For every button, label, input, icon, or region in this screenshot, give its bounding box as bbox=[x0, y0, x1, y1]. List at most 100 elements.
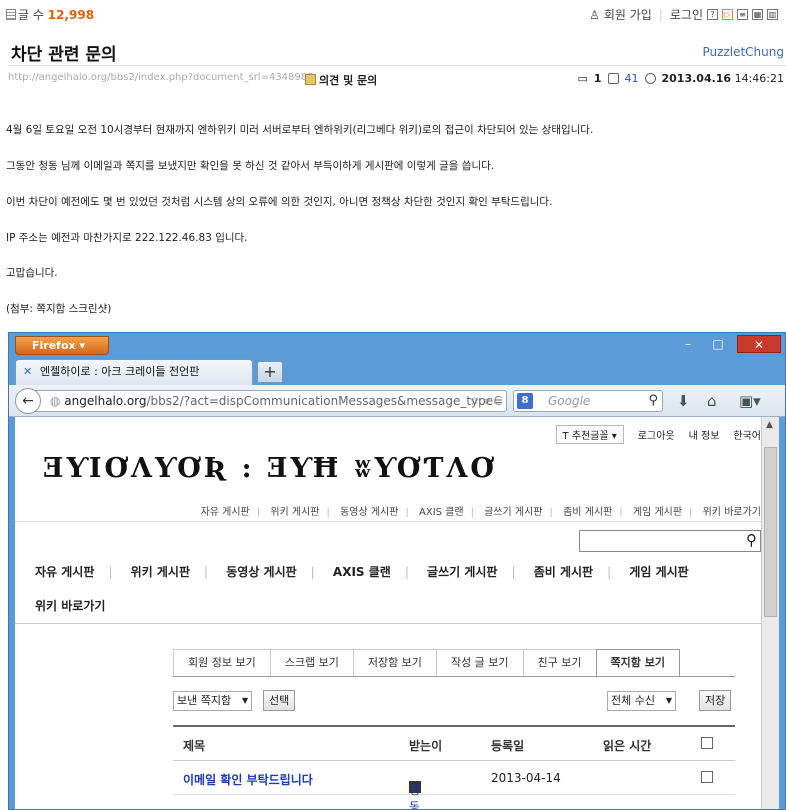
post-paragraph: 고맙습니다. bbox=[6, 267, 58, 279]
back-button[interactable]: ← bbox=[15, 388, 41, 414]
post-author[interactable]: PuzzletChung bbox=[703, 45, 784, 59]
chevron-down-icon: ▼ bbox=[241, 696, 249, 705]
table-row[interactable]: 이메일 확인 부탁드립니다 청동 2013-04-14 bbox=[173, 761, 735, 809]
tab-written-posts[interactable]: 작성 글 보기 bbox=[435, 649, 523, 677]
browser-tab[interactable]: ✕ 엔젤하이로 : 아크 크레이들 전언판 bbox=[15, 359, 253, 385]
clock-icon bbox=[644, 73, 656, 84]
post-url[interactable]: http://angelhalo.org/bbs2/index.php?docu… bbox=[8, 72, 314, 83]
main-nav-item[interactable]: 위키 게시판 bbox=[131, 565, 190, 579]
signup-link[interactable]: 회원 가입 bbox=[604, 6, 652, 23]
main-nav-item[interactable]: AXIS 클랜 bbox=[333, 565, 391, 579]
navigation-bar: ◍ angelhalo.org/bbs2/?act=dispCommunicat… bbox=[9, 385, 785, 417]
main-nav-item[interactable]: 글쓰기 게시판 bbox=[427, 565, 497, 579]
minimize-icon[interactable]: – bbox=[675, 335, 701, 353]
small-nav-item[interactable]: 글쓰기 게시판 bbox=[484, 507, 542, 518]
list-icon[interactable]: ≡ bbox=[737, 9, 748, 20]
column-header: 읽은 시간 bbox=[603, 739, 652, 753]
small-nav-item[interactable]: 위키 바로가기 bbox=[703, 507, 761, 518]
post-paragraph: IP 주소는 예전과 마찬가지로 222.122.46.83 입니다. bbox=[6, 232, 248, 244]
chevron-down-icon: ▼ bbox=[665, 696, 672, 705]
search-bar[interactable]: 8 Google ⚲ bbox=[513, 390, 663, 412]
document-icon bbox=[6, 9, 16, 20]
bookmarks-menu-icon[interactable]: ▣▾ bbox=[739, 392, 761, 410]
small-nav-item[interactable]: 좀비 게시판 bbox=[563, 507, 612, 518]
message-box-select[interactable]: 보낸 쪽지함 ▼ bbox=[173, 691, 253, 711]
my-info-link[interactable]: 내 정보 bbox=[689, 427, 720, 442]
row-checkbox[interactable] bbox=[701, 771, 713, 783]
post-meta: ▭ 1 41 2013.04.16 14:46:21 bbox=[577, 72, 784, 85]
tab-messages[interactable]: 쪽지함 보기 bbox=[595, 649, 680, 677]
small-nav-item[interactable]: 자유 게시판 bbox=[201, 507, 250, 518]
account-links: ♙ 회원 가입 | 로그인 ? ▷ ≡ ▦ ▥ bbox=[589, 6, 778, 23]
scrollbar-thumb[interactable] bbox=[764, 447, 777, 617]
scroll-up-icon[interactable]: ▲ bbox=[766, 420, 773, 430]
post-category[interactable]: 의견 및 문의 bbox=[305, 72, 377, 88]
save-button[interactable]: 저장 bbox=[699, 690, 732, 711]
post-count: 글 수 12,998 bbox=[6, 6, 94, 23]
comment-icon: ▭ bbox=[577, 72, 588, 85]
board-top-bar: 글 수 12,998 ♙ 회원 가입 | 로그인 ? ▷ ≡ ▦ ▥ bbox=[0, 0, 786, 26]
login-link[interactable]: 로그인 bbox=[670, 6, 703, 23]
logout-link[interactable]: 로그아웃 bbox=[638, 427, 675, 442]
url-host: angelhalo.org bbox=[64, 394, 147, 408]
small-nav-item[interactable]: 게임 게시판 bbox=[633, 507, 682, 518]
tab-title: 엔젤하이로 : 아크 크레이들 전언판 bbox=[40, 365, 200, 378]
user-icon: ♙ bbox=[589, 7, 600, 22]
post-paragraph: 이번 차단이 예전에도 몇 번 있었던 것처럼 시스템 상의 오류에 의한 것인… bbox=[6, 196, 553, 208]
small-nav-item[interactable]: 동영상 게시판 bbox=[340, 507, 398, 518]
search-icon[interactable]: ⚲ bbox=[746, 531, 757, 549]
small-nav-item[interactable]: AXIS 클랜 bbox=[419, 507, 464, 518]
search-placeholder: Google bbox=[548, 394, 591, 408]
font-select[interactable]: T 추천글꼴 ▾ bbox=[555, 425, 624, 444]
search-icon[interactable]: ⚲ bbox=[648, 391, 658, 411]
message-date: 2013-04-14 bbox=[491, 771, 561, 785]
address-bar[interactable]: ◍ angelhalo.org/bbs2/?act=dispCommunicat… bbox=[35, 390, 507, 412]
main-nav-item[interactable]: 위키 바로가기 bbox=[35, 597, 105, 614]
post-title: 차단 관련 문의 bbox=[11, 45, 117, 65]
main-nav-item[interactable]: 좀비 게시판 bbox=[534, 565, 593, 579]
tab-saved[interactable]: 저장함 보기 bbox=[352, 649, 436, 677]
column-header: 등록일 bbox=[491, 739, 525, 753]
site-logo[interactable]: ƎƳIƠɅƳƠƦ : ƎƳĦ ʬƳƠƬɅƠ bbox=[43, 453, 497, 484]
post-paragraph: (첨부: 쪽지함 스크린샷) bbox=[6, 303, 112, 315]
close-icon[interactable]: ✕ bbox=[737, 335, 781, 353]
site-utility-bar: T 추천글꼴 ▾ 로그아웃 내 정보 한국어 bbox=[555, 425, 761, 444]
language-link[interactable]: 한국어 bbox=[733, 427, 761, 442]
firefox-menu-button[interactable]: Firefox ▾ bbox=[15, 336, 109, 355]
web-page: T 추천글꼴 ▾ 로그아웃 내 정보 한국어 ƎƳIƠɅƳƠƦ : ƎƳĦ ʬƳ… bbox=[15, 417, 761, 809]
attached-screenshot: Firefox ▾ – □ ✕ ✕ 엔젤하이로 : 아크 크레이들 전언판 + ◍… bbox=[8, 332, 786, 810]
main-nav-item[interactable]: 동영상 게시판 bbox=[226, 565, 296, 579]
main-nav-item[interactable]: 게임 게시판 bbox=[629, 565, 688, 579]
flag-icon[interactable]: ▷ bbox=[722, 9, 733, 20]
columns-icon[interactable]: ▥ bbox=[767, 9, 778, 20]
post-paragraph: 4월 6일 토요일 오전 10시경부터 현재까지 엔하위키 미러 서버로부터 엔… bbox=[6, 124, 594, 136]
maximize-icon[interactable]: □ bbox=[705, 335, 731, 353]
tab-member-info[interactable]: 회원 정보 보기 bbox=[173, 649, 270, 677]
select-all-checkbox[interactable] bbox=[701, 737, 713, 749]
main-nav-item[interactable]: 자유 게시판 bbox=[35, 565, 94, 579]
download-icon[interactable]: ⬇ bbox=[677, 392, 690, 410]
table-header: 제목 받는이 등록일 읽은 시간 bbox=[173, 725, 735, 761]
tab-scrap[interactable]: 스크랩 보기 bbox=[269, 649, 353, 677]
url-path: /bbs2/?act=dispCommunicationMessages&mes… bbox=[146, 394, 504, 408]
filter-select[interactable]: 전체 수신 ▼ bbox=[607, 691, 676, 711]
main-nav: 자유 게시판 | 위키 게시판 | 동영상 게시판 | AXIS 클랜 | 글쓰기 게시… bbox=[35, 565, 689, 579]
grid-icon[interactable]: ▦ bbox=[752, 9, 763, 20]
view-count: 41 bbox=[624, 72, 639, 85]
member-tabs: 회원 정보 보기 스크랩 보기 저장함 보기 작성 글 보기 친구 보기 쪽지함… bbox=[173, 649, 680, 677]
home-icon[interactable]: ⌂ bbox=[707, 392, 717, 410]
post-count-value: 12,998 bbox=[47, 8, 95, 22]
small-nav-item[interactable]: 위키 게시판 bbox=[270, 507, 319, 518]
tab-friends[interactable]: 친구 보기 bbox=[522, 649, 596, 677]
select-button[interactable]: 선택 bbox=[263, 690, 296, 711]
google-icon: 8 bbox=[517, 393, 533, 409]
small-nav: 자유 게시판 | 위키 게시판 | 동영상 게시판 | AXIS 클랜 | 글쓰기 게시… bbox=[200, 507, 761, 518]
comment-count: 1 bbox=[593, 72, 602, 85]
new-tab-button[interactable]: + bbox=[257, 361, 283, 383]
message-subject[interactable]: 이메일 확인 부탁드립니다 bbox=[183, 771, 313, 788]
site-search-input[interactable]: ⚲ bbox=[579, 530, 761, 552]
bookmark-star-icon[interactable]: ☆ ▿ C bbox=[469, 391, 502, 411]
page-scrollbar[interactable]: ▲ bbox=[761, 417, 779, 809]
question-icon[interactable]: ? bbox=[707, 9, 718, 20]
globe-icon: ◍ bbox=[50, 394, 65, 408]
